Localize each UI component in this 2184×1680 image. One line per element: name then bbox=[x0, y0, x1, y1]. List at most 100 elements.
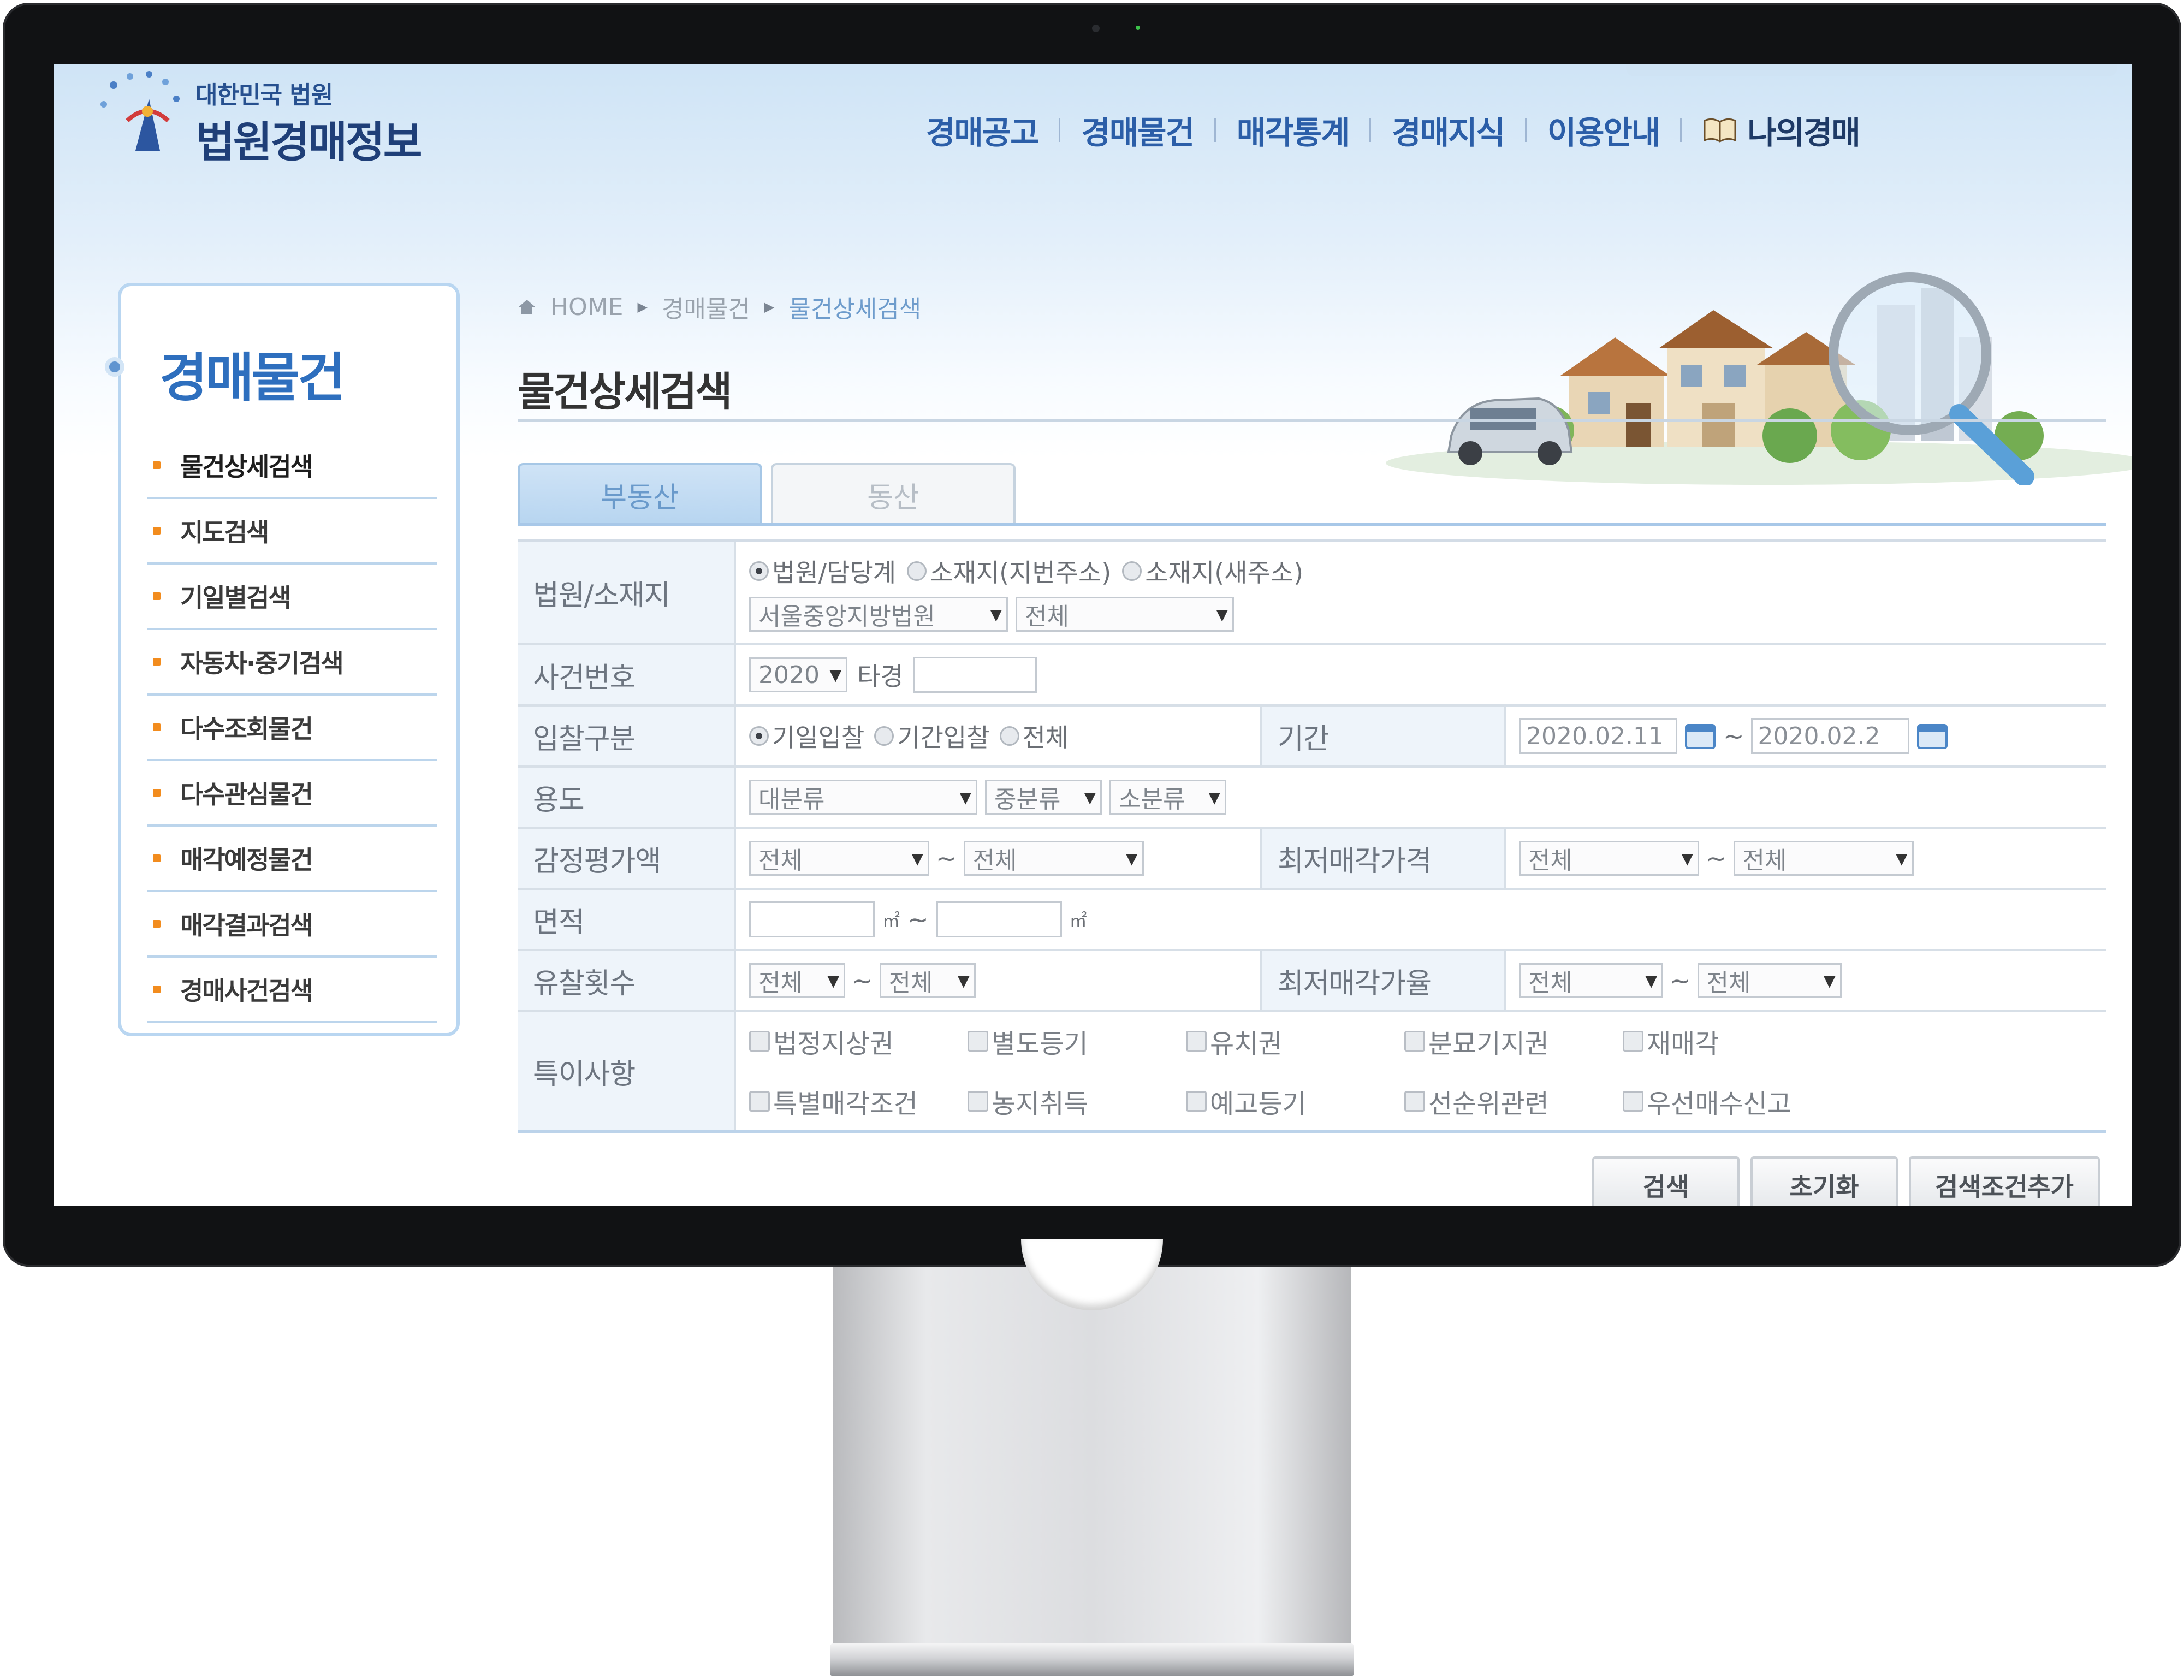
use-large-select[interactable]: 대분류 ▼ bbox=[749, 780, 977, 815]
chevron-down-icon: ▼ bbox=[1645, 971, 1657, 990]
chevron-down-icon: ▼ bbox=[1126, 849, 1138, 868]
check-legal-surface-right[interactable]: 법정지상권 bbox=[749, 1022, 968, 1060]
appraisal-from-select[interactable]: 전체 ▼ bbox=[749, 841, 929, 876]
failed-count-cell: 전체 ▼ ~ 전체 ▼ bbox=[736, 951, 1260, 1010]
min-price-dash: ~ bbox=[1706, 844, 1727, 873]
checkbox-label: 별도등기 bbox=[992, 1029, 1088, 1059]
court-select[interactable]: 서울중앙지방법원 ▼ bbox=[749, 597, 1008, 632]
reset-button[interactable]: 초기화 bbox=[1750, 1156, 1898, 1206]
calendar-icon[interactable] bbox=[1684, 722, 1717, 750]
sidebar-item-detail-search[interactable]: 물건상세검색 bbox=[147, 434, 437, 499]
label-special: 특이사항 bbox=[518, 1012, 736, 1130]
sidebar-item-map-search[interactable]: 지도검색 bbox=[147, 499, 437, 565]
period-from-input[interactable]: 2020.02.11 bbox=[1519, 718, 1677, 754]
check-grave-site-right[interactable]: 분묘기지권 bbox=[1404, 1022, 1623, 1060]
breadcrumb-home[interactable]: HOME bbox=[550, 293, 623, 321]
appraisal-from-value: 전체 bbox=[758, 847, 803, 875]
tab-real-estate[interactable]: 부동산 bbox=[518, 463, 762, 524]
check-farmland-acquisition[interactable]: 농지취득 bbox=[968, 1082, 1186, 1120]
gnb-auction-items[interactable]: 경매물건 bbox=[1060, 107, 1214, 153]
check-senior-rights[interactable]: 선순위관련 bbox=[1404, 1082, 1623, 1120]
row-special: 특이사항 법정지상권 별도등기 유치권 분묘기지권 재매각 특별매각조건 농지취… bbox=[518, 1012, 2106, 1133]
gnb-auction-knowledge[interactable]: 경매지식 bbox=[1371, 107, 1524, 153]
sidebar-item-label: 물건상세검색 bbox=[180, 452, 313, 482]
property-type-tabs: 부동산 동산 bbox=[518, 463, 1016, 524]
sidebar-item-case-search[interactable]: 경매사건검색 bbox=[147, 958, 437, 1023]
court-radio-group: 법원/담당계 소재지(지번주소) 소재지(새주소) bbox=[749, 553, 1303, 589]
gnb-sale-stats[interactable]: 매각통계 bbox=[1216, 107, 1369, 153]
row-use: 용도 대분류 ▼ 중분류 ▼ 소분류 ▼ bbox=[518, 768, 2106, 829]
area-cell: ㎡ ~ ㎡ bbox=[736, 890, 2106, 949]
min-rate-dash: ~ bbox=[1670, 966, 1691, 995]
row-bid-type: 입찰구분 기일입찰 기간입찰 전체 기간 2020.02.11 ~ 2020.0… bbox=[518, 707, 2106, 768]
min-price-to-select[interactable]: 전체 ▼ bbox=[1733, 841, 1914, 876]
sidebar-item-most-viewed[interactable]: 다수조회물건 bbox=[147, 696, 437, 761]
label-bid-type: 입찰구분 bbox=[518, 707, 736, 765]
checkbox-label: 분묘기지권 bbox=[1428, 1029, 1549, 1059]
site-logo[interactable]: 대한민국 법원 법원경매정보 bbox=[97, 69, 468, 167]
check-priority-purchase[interactable]: 우선매수신고 bbox=[1623, 1082, 1819, 1120]
gnb-guide[interactable]: 이용안내 bbox=[1527, 107, 1680, 153]
case-number-input[interactable] bbox=[913, 657, 1037, 693]
camera-led-icon bbox=[1136, 26, 1140, 30]
min-rate-from-value: 전체 bbox=[1528, 969, 1572, 997]
check-preliminary-registry[interactable]: 예고등기 bbox=[1186, 1082, 1404, 1120]
use-small-value: 소분류 bbox=[1119, 786, 1185, 814]
breadcrumb-auction-items[interactable]: 경매물건 bbox=[662, 289, 750, 324]
failed-to-select[interactable]: 전체 ▼ bbox=[879, 963, 976, 998]
area-to-input[interactable] bbox=[936, 901, 1062, 937]
use-small-select[interactable]: 소분류 ▼ bbox=[1109, 780, 1226, 815]
sidebar-title: 경매물건 bbox=[159, 347, 346, 408]
sidebar-item-scheduled-sale[interactable]: 매각예정물건 bbox=[147, 827, 437, 892]
calendar-icon[interactable] bbox=[1916, 722, 1949, 750]
radio-all-bid[interactable]: 전체 bbox=[999, 718, 1069, 754]
radio-court-dept[interactable]: 법원/담당계 bbox=[749, 553, 896, 589]
sidebar-item-most-interest[interactable]: 다수관심물건 bbox=[147, 761, 437, 827]
dept-select[interactable]: 전체 ▼ bbox=[1016, 597, 1234, 632]
use-medium-select[interactable]: 중분류 ▼ bbox=[985, 780, 1102, 815]
check-separate-registry[interactable]: 별도등기 bbox=[968, 1022, 1186, 1060]
special-row-1: 법정지상권 별도등기 유치권 분묘기지권 재매각 bbox=[749, 1022, 1819, 1060]
bullet-icon bbox=[153, 658, 161, 666]
radio-period-bid[interactable]: 기간입찰 bbox=[874, 718, 990, 754]
bullet-icon bbox=[153, 723, 161, 731]
period-to-input[interactable]: 2020.02.2 bbox=[1750, 718, 1909, 754]
radio-off-icon bbox=[874, 726, 894, 746]
failed-from-select[interactable]: 전체 ▼ bbox=[749, 963, 845, 998]
min-rate-from-select[interactable]: 전체 ▼ bbox=[1519, 963, 1663, 998]
row-failed-count: 유찰횟수 전체 ▼ ~ 전체 ▼ 최저매각가율 전체 ▼ ~ 전체 ▼ bbox=[518, 951, 2106, 1012]
row-case-number: 사건번호 2020 ▼ 타경 bbox=[518, 645, 2106, 707]
check-lien[interactable]: 유치권 bbox=[1186, 1022, 1404, 1060]
sidebar-item-sale-result[interactable]: 매각결과검색 bbox=[147, 892, 437, 958]
check-special-sale-condition[interactable]: 특별매각조건 bbox=[749, 1082, 968, 1120]
gnb-my-auction[interactable]: 나의경매 bbox=[1682, 107, 1880, 153]
sidebar-item-label: 다수조회물건 bbox=[180, 714, 313, 744]
min-price-from-select[interactable]: 전체 ▼ bbox=[1519, 841, 1699, 876]
add-condition-button[interactable]: 검색조건추가 bbox=[1909, 1156, 2100, 1206]
checkbox-icon bbox=[1186, 1091, 1207, 1112]
case-year-select[interactable]: 2020 ▼ bbox=[749, 657, 847, 692]
special-cell: 법정지상권 별도등기 유치권 분묘기지권 재매각 특별매각조건 농지취득 예고등… bbox=[736, 1012, 2106, 1130]
sidebar-item-date-search[interactable]: 기일별검색 bbox=[147, 565, 437, 630]
radio-label: 기일입찰 bbox=[772, 723, 865, 752]
sidebar-item-label: 매각결과검색 bbox=[180, 911, 313, 940]
radio-road-address[interactable]: 소재지(새주소) bbox=[1122, 553, 1303, 589]
radio-label: 기간입찰 bbox=[897, 723, 990, 752]
sidebar-item-vehicle-search[interactable]: 자동차·중기검색 bbox=[147, 630, 437, 696]
appraisal-to-select[interactable]: 전체 ▼ bbox=[963, 841, 1144, 876]
monitor-stand-neck bbox=[833, 1267, 1351, 1643]
radio-lot-address[interactable]: 소재지(지번주소) bbox=[907, 553, 1111, 589]
sidebar-item-label: 매각예정물건 bbox=[180, 845, 313, 875]
chevron-down-icon: ▼ bbox=[827, 971, 839, 990]
min-rate-to-select[interactable]: 전체 ▼ bbox=[1697, 963, 1842, 998]
checkbox-icon bbox=[749, 1091, 770, 1112]
gnb-auction-notice[interactable]: 경매공고 bbox=[905, 107, 1059, 153]
area-from-input[interactable] bbox=[749, 901, 875, 937]
tab-movable-property[interactable]: 동산 bbox=[771, 463, 1016, 524]
sidebar: 경매물건 물건상세검색 지도검색 기일별검색 자동차·중기검색 다수조회물건 다… bbox=[105, 283, 460, 1036]
global-nav: 경매공고 경매물건 매각통계 경매지식 이용안내 나의경매 bbox=[905, 103, 1880, 157]
check-resale[interactable]: 재매각 bbox=[1623, 1022, 1819, 1060]
search-button[interactable]: 검색 bbox=[1592, 1156, 1740, 1206]
radio-date-bid[interactable]: 기일입찰 bbox=[749, 718, 864, 754]
use-large-value: 대분류 bbox=[758, 786, 825, 814]
